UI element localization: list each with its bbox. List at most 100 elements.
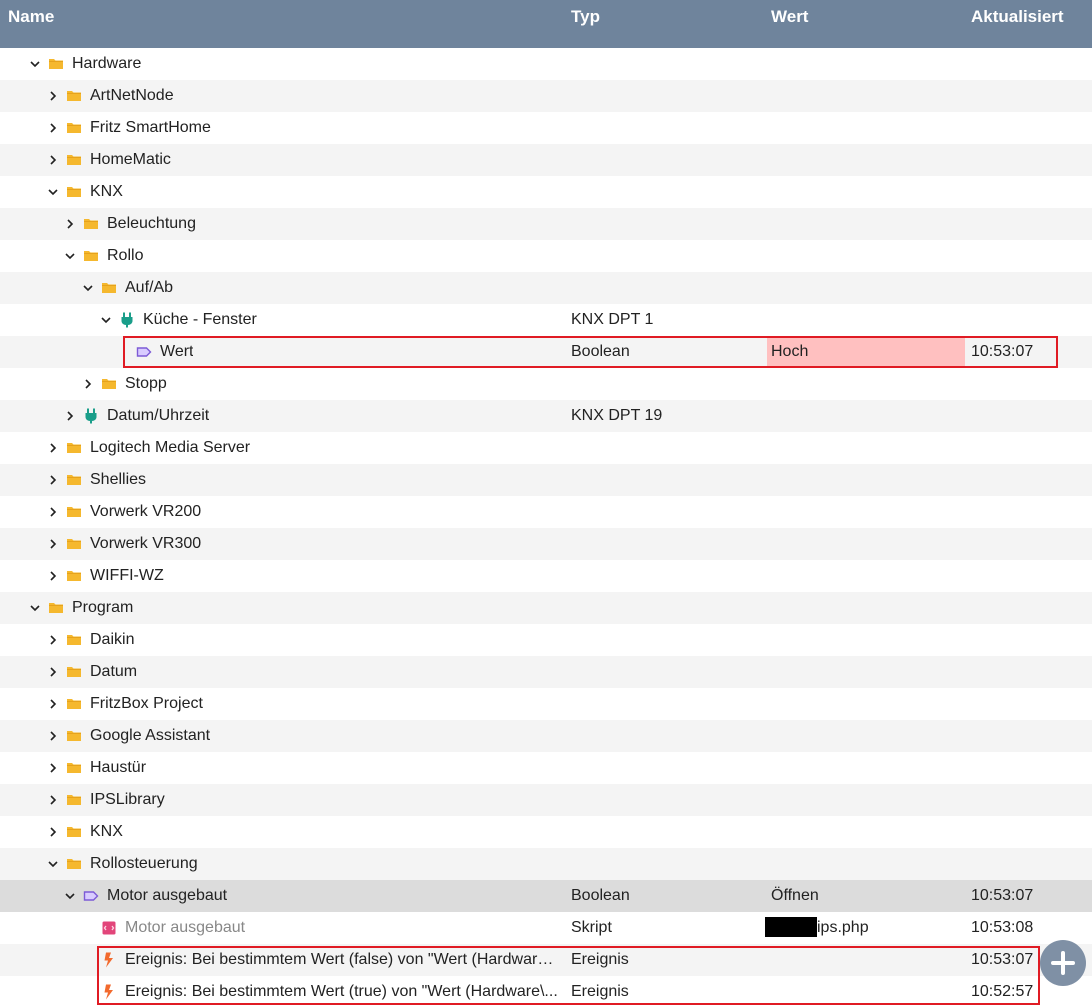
folder-icon	[66, 760, 82, 776]
column-header-name[interactable]: Name	[8, 7, 54, 27]
row-name: Daikin	[90, 631, 135, 648]
chevron-right-icon[interactable]	[48, 155, 58, 165]
folder-icon	[66, 120, 82, 136]
tree-row-haustuer[interactable]: Haustür	[0, 752, 1092, 784]
folder-icon	[48, 56, 64, 72]
row-name: Wert	[160, 343, 194, 360]
tree-row-wiffi-wz[interactable]: WIFFI-WZ	[0, 560, 1092, 592]
row-name: Rollo	[107, 247, 144, 264]
folder-icon	[101, 280, 117, 296]
variable-tag-icon	[83, 888, 99, 904]
row-name: IPSLibrary	[90, 791, 165, 808]
tree-row-datum[interactable]: Datum	[0, 656, 1092, 688]
tree-row-program[interactable]: Program	[0, 592, 1092, 624]
folder-icon	[66, 664, 82, 680]
chevron-right-icon[interactable]	[48, 667, 58, 677]
chevron-down-icon[interactable]	[65, 891, 75, 901]
row-name: Stopp	[125, 375, 167, 392]
table-header: Name Typ Wert Aktualisiert	[0, 0, 1092, 48]
chevron-right-icon[interactable]	[48, 91, 58, 101]
folder-icon	[66, 184, 82, 200]
tree-row-fritzbox-project[interactable]: FritzBox Project	[0, 688, 1092, 720]
row-name: Hardware	[72, 55, 142, 72]
row-typ: Boolean	[571, 887, 630, 904]
folder-icon	[66, 88, 82, 104]
chevron-right-icon[interactable]	[48, 539, 58, 549]
chevron-right-icon[interactable]	[65, 411, 75, 421]
chevron-right-icon[interactable]	[48, 507, 58, 517]
tree-row-datum-uhrzeit[interactable]: Datum/Uhrzeit KNX DPT 19	[0, 400, 1092, 432]
tree-row-auf-ab[interactable]: Auf/Ab	[0, 272, 1092, 304]
tree-row-stopp[interactable]: Stopp	[0, 368, 1092, 400]
chevron-down-icon[interactable]	[48, 859, 58, 869]
tree-row-artnetnode[interactable]: ArtNetNode	[0, 80, 1092, 112]
tree-row-knx[interactable]: KNX	[0, 176, 1092, 208]
chevron-down-icon[interactable]	[83, 283, 93, 293]
tree-row-homematic[interactable]: HomeMatic	[0, 144, 1092, 176]
row-name: Shellies	[90, 471, 147, 488]
tree-row-rollosteuerung[interactable]: Rollosteuerung	[0, 848, 1092, 880]
tree-row-hardware[interactable]: Hardware	[0, 48, 1092, 80]
tree-row-motor-ausgebaut-script[interactable]: Motor ausgebaut Skript ips.php 10:53:08	[0, 912, 1092, 944]
chevron-right-icon[interactable]	[48, 731, 58, 741]
tree-row-logitech-media-server[interactable]: Logitech Media Server	[0, 432, 1092, 464]
tree-row-event-true[interactable]: Ereignis: Bei bestimmtem Wert (true) von…	[0, 976, 1092, 1007]
plus-icon	[1051, 951, 1075, 975]
tree-row-beleuchtung[interactable]: Beleuchtung	[0, 208, 1092, 240]
tree-row-rollo[interactable]: Rollo	[0, 240, 1092, 272]
chevron-right-icon[interactable]	[65, 219, 75, 229]
chevron-down-icon[interactable]	[48, 187, 58, 197]
chevron-down-icon[interactable]	[101, 315, 111, 325]
row-wert: ips.php	[817, 919, 869, 936]
row-name: Beleuchtung	[107, 215, 196, 232]
column-header-typ[interactable]: Typ	[571, 7, 600, 27]
chevron-right-icon[interactable]	[48, 443, 58, 453]
column-header-wert[interactable]: Wert	[771, 7, 808, 27]
row-name: Küche - Fenster	[143, 311, 257, 328]
folder-icon	[66, 632, 82, 648]
row-typ: KNX DPT 19	[571, 407, 663, 424]
row-name: Motor ausgebaut	[125, 919, 246, 936]
tree-row-shellies[interactable]: Shellies	[0, 464, 1092, 496]
folder-icon	[66, 536, 82, 552]
tree-row-event-false[interactable]: Ereignis: Bei bestimmtem Wert (false) vo…	[0, 944, 1092, 976]
tree-row-ipslibrary[interactable]: IPSLibrary	[0, 784, 1092, 816]
row-name: KNX	[90, 183, 123, 200]
row-name: Program	[72, 599, 134, 616]
row-name: Ereignis: Bei bestimmtem Wert (true) von…	[125, 983, 558, 1000]
folder-icon	[101, 376, 117, 392]
row-name: Vorwerk VR300	[90, 535, 202, 552]
row-aktualisiert: 10:53:07	[971, 887, 1034, 904]
tree-row-fritz-smarthome[interactable]: Fritz SmartHome	[0, 112, 1092, 144]
row-typ: Boolean	[571, 343, 630, 360]
chevron-right-icon[interactable]	[48, 699, 58, 709]
chevron-right-icon[interactable]	[48, 475, 58, 485]
tree-row-google-assistant[interactable]: Google Assistant	[0, 720, 1092, 752]
row-name: KNX	[90, 823, 123, 840]
chevron-right-icon[interactable]	[48, 827, 58, 837]
add-button[interactable]	[1040, 940, 1086, 986]
chevron-right-icon[interactable]	[48, 763, 58, 773]
tree-row-kueche-fenster[interactable]: Küche - Fenster KNX DPT 1	[0, 304, 1092, 336]
column-header-aktualisiert[interactable]: Aktualisiert	[971, 7, 1064, 27]
chevron-down-icon[interactable]	[30, 59, 40, 69]
tree-row-motor-ausgebaut-variable[interactable]: Motor ausgebaut Boolean Öffnen 10:53:07	[0, 880, 1092, 912]
tree-row-daikin[interactable]: Daikin	[0, 624, 1092, 656]
row-name: Auf/Ab	[125, 279, 174, 296]
chevron-down-icon[interactable]	[65, 251, 75, 261]
chevron-right-icon[interactable]	[48, 123, 58, 133]
row-name: Datum/Uhrzeit	[107, 407, 210, 424]
folder-icon	[66, 856, 82, 872]
tree-row-program-knx[interactable]: KNX	[0, 816, 1092, 848]
chevron-right-icon[interactable]	[48, 571, 58, 581]
chevron-right-icon[interactable]	[48, 795, 58, 805]
folder-icon	[66, 696, 82, 712]
row-name: ArtNetNode	[90, 87, 174, 104]
row-name: HomeMatic	[90, 151, 171, 168]
chevron-down-icon[interactable]	[30, 603, 40, 613]
chevron-right-icon[interactable]	[48, 635, 58, 645]
tree-row-vorwerk-vr200[interactable]: Vorwerk VR200	[0, 496, 1092, 528]
chevron-right-icon[interactable]	[83, 379, 93, 389]
tree-row-vorwerk-vr300[interactable]: Vorwerk VR300	[0, 528, 1092, 560]
tree-row-wert[interactable]: Wert Boolean Hoch 10:53:07	[0, 336, 1092, 368]
